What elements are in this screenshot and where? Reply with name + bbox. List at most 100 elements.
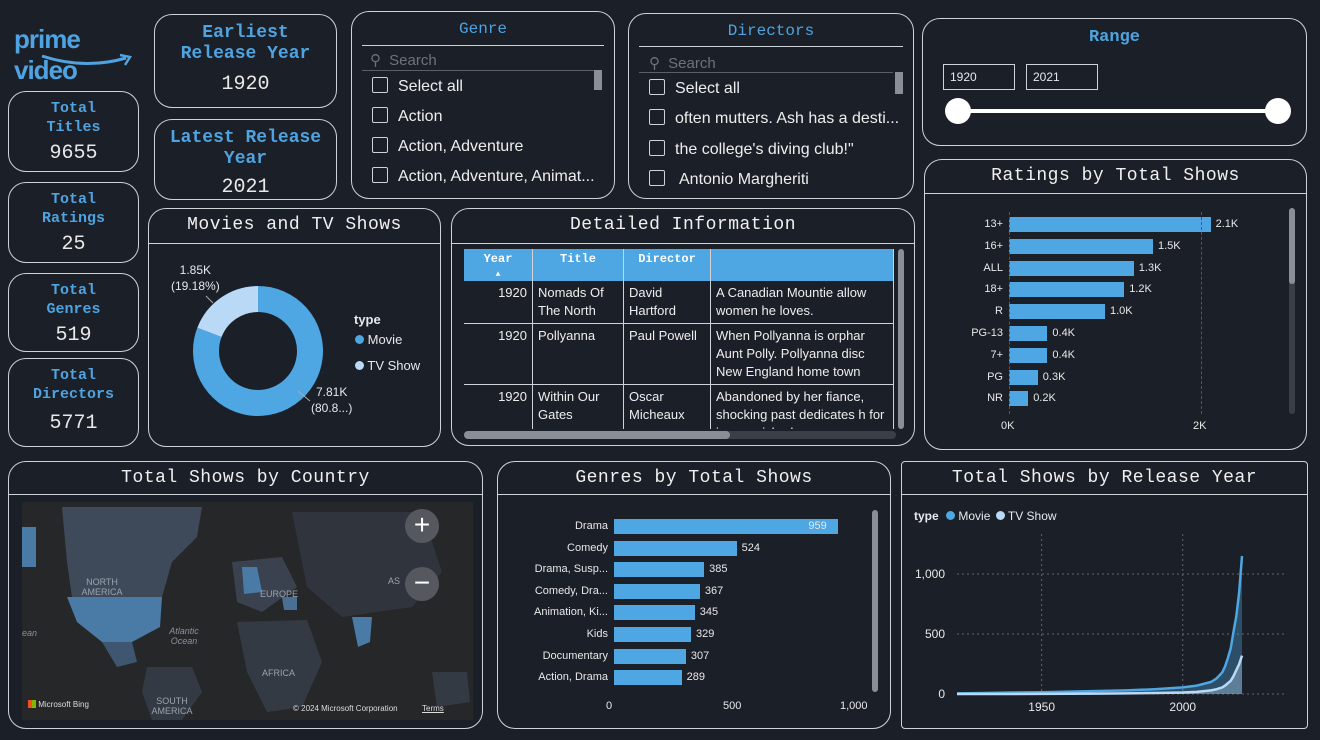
table-viewport[interactable]: Year ▲ Title Director 1920 Nomads Of The … xyxy=(464,249,896,429)
range-min-input[interactable]: 1920 xyxy=(943,64,1015,90)
donut-slice-tv[interactable] xyxy=(197,286,259,338)
table-row[interactable]: 1920 Pollyanna Paul Powell When Pollyann… xyxy=(464,323,894,385)
release-year-panel: Total Shows by Release Year type Movie T… xyxy=(901,461,1308,729)
kpi-value: 5771 xyxy=(49,412,98,435)
bar[interactable] xyxy=(614,670,682,686)
scroll-thumb[interactable] xyxy=(464,431,730,439)
category-label: 18+ xyxy=(984,283,1003,296)
col-year[interactable]: Year ▲ xyxy=(464,249,533,281)
checkbox[interactable] xyxy=(649,79,665,95)
data-label: 524 xyxy=(741,541,760,554)
bar[interactable] xyxy=(614,562,705,578)
checkbox[interactable] xyxy=(649,140,665,156)
panel-title: Ratings by Total Shows xyxy=(991,166,1240,186)
col-title[interactable]: Title xyxy=(532,249,624,281)
bar[interactable] xyxy=(614,648,686,664)
checkbox[interactable] xyxy=(372,77,388,93)
divider xyxy=(639,72,893,73)
kpi-total-titles: Total Titles 9655 xyxy=(8,91,139,172)
category-label: NR xyxy=(987,392,1003,405)
range-max-input[interactable]: 2021 xyxy=(1026,64,1098,90)
checkbox[interactable] xyxy=(372,107,388,123)
bar[interactable] xyxy=(614,627,691,642)
scrollbar[interactable] xyxy=(895,72,903,94)
genre-option[interactable]: Action, Adventure xyxy=(372,137,523,156)
map-label: ean xyxy=(22,628,38,638)
category-label: Drama xyxy=(574,520,608,532)
bar[interactable] xyxy=(614,605,695,621)
checkbox[interactable] xyxy=(649,109,665,125)
legend-label[interactable]: Movie xyxy=(958,509,990,523)
col-description[interactable] xyxy=(710,249,894,281)
data-label: 959 xyxy=(808,520,827,532)
legend-label[interactable]: TV Show xyxy=(1008,509,1057,523)
movies-tv-panel: Movies and TV Shows 1.85K (19.18%) 7.81K… xyxy=(148,208,441,447)
kpi-total-genres: Total Genres 519 xyxy=(8,273,139,352)
kpi-label: Total Ratings xyxy=(41,191,105,227)
range-handle-max[interactable] xyxy=(1265,98,1291,124)
range-handle-min[interactable] xyxy=(945,98,971,124)
director-option[interactable]: Select all xyxy=(649,79,740,98)
bar[interactable] xyxy=(1009,369,1038,385)
range-track[interactable] xyxy=(959,109,1279,113)
directors-search-input[interactable]: ⚲ Search xyxy=(649,54,889,72)
bar[interactable] xyxy=(614,583,700,599)
divider xyxy=(498,494,890,495)
bar[interactable] xyxy=(1009,391,1029,407)
vertical-scrollbar[interactable] xyxy=(872,510,878,692)
scrollbar[interactable] xyxy=(594,70,602,90)
option-label: Antonio Margheriti xyxy=(679,171,809,188)
gridline xyxy=(1009,212,1010,414)
bar[interactable] xyxy=(1009,260,1134,276)
table-row[interactable]: 1920 Nomads Of The North David Hartford … xyxy=(464,281,894,324)
table-row[interactable]: 1920 Within Our Gates Oscar Micheaux Aba… xyxy=(464,384,894,429)
latest-release-label: Latest Release Year xyxy=(169,128,322,169)
director-option[interactable]: often mutters. Ash has a desti... xyxy=(649,109,905,128)
bar[interactable] xyxy=(1009,282,1125,298)
genre-option[interactable]: Action xyxy=(372,107,442,126)
bar[interactable] xyxy=(1009,347,1048,363)
zoom-out-button[interactable]: − xyxy=(405,567,439,601)
bar[interactable] xyxy=(1009,238,1153,254)
cell-desc: When Pollyanna is orphar Aunt Polly. Pol… xyxy=(710,323,894,385)
bar[interactable] xyxy=(614,540,737,556)
bar[interactable] xyxy=(614,519,839,534)
legend-label: TV Show xyxy=(367,358,421,373)
vertical-scrollbar[interactable] xyxy=(1289,208,1295,414)
scroll-thumb[interactable] xyxy=(1289,208,1295,284)
genre-option[interactable]: Select all xyxy=(372,77,463,96)
bar[interactable] xyxy=(1009,217,1211,232)
world-map[interactable]: NORTH AMERICA EUROPE AFRICA SOUTH AMERIC… xyxy=(22,502,473,720)
option-label: Select all xyxy=(398,78,463,95)
director-option[interactable]: Antonio Margheriti xyxy=(649,170,809,189)
legend-tv[interactable]: TV Show xyxy=(355,358,420,373)
cell-year: 1920 xyxy=(464,281,533,324)
divider xyxy=(452,243,914,244)
vertical-scrollbar[interactable] xyxy=(898,249,904,429)
data-label: 2.1K xyxy=(1215,218,1239,230)
director-option[interactable]: the college's diving club!" xyxy=(649,140,854,159)
legend-dot xyxy=(355,335,364,344)
genre-option[interactable]: Action, Adventure, Animat... xyxy=(372,167,604,186)
bar[interactable] xyxy=(1009,304,1105,320)
category-label: 16+ xyxy=(984,239,1003,252)
zoom-in-button[interactable]: + xyxy=(405,509,439,543)
directors-slicer: Directors ⚲ Search Select all often mutt… xyxy=(628,13,914,199)
col-director[interactable]: Director xyxy=(623,249,711,281)
horizontal-scrollbar[interactable] xyxy=(464,431,896,439)
map-terms-link[interactable]: Terms xyxy=(422,704,444,713)
series-line-movie[interactable] xyxy=(956,555,1244,695)
area-movie xyxy=(957,556,1242,694)
data-label: 0.4K xyxy=(1052,327,1076,339)
table-header-row: Year ▲ Title Director xyxy=(464,249,894,281)
checkbox[interactable] xyxy=(649,170,665,186)
genre-search-input[interactable]: ⚲ Search xyxy=(370,51,600,69)
legend-dot xyxy=(946,511,956,520)
legend-movie[interactable]: Movie xyxy=(355,332,402,347)
bar[interactable] xyxy=(1009,326,1048,341)
checkbox[interactable] xyxy=(372,167,388,183)
cell-desc: Abandoned by her fiance, shocking past d… xyxy=(710,384,894,429)
legend-title: type xyxy=(354,312,381,327)
checkbox[interactable] xyxy=(372,137,388,153)
slicer-title: Directors xyxy=(727,22,815,40)
